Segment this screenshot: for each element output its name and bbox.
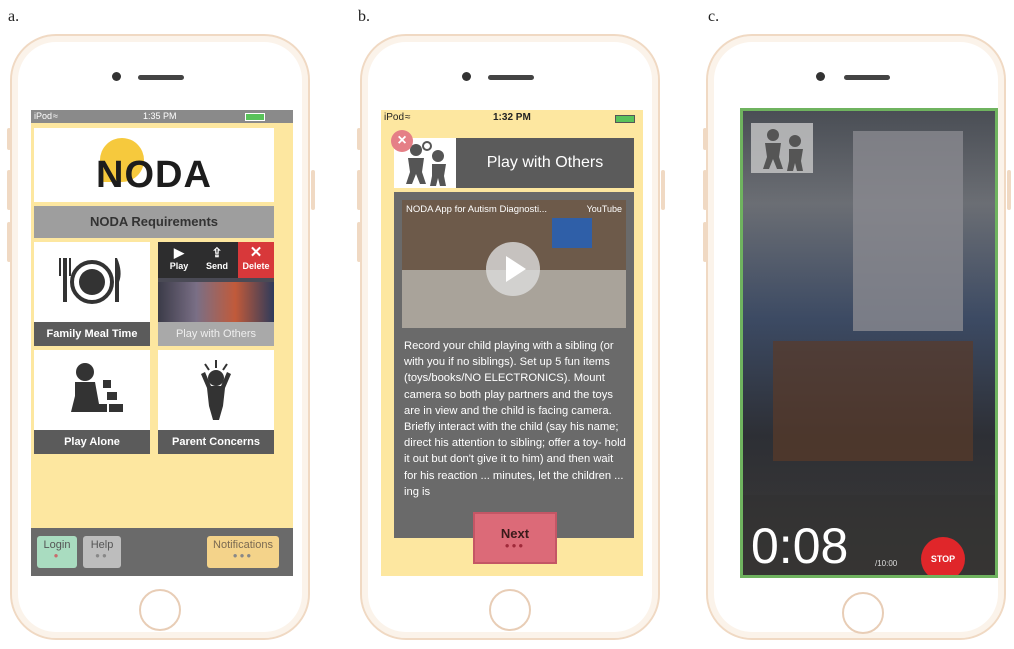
play-icon: ▶ [174,245,184,260]
next-button[interactable]: Next ●●● [473,512,557,564]
tile-label: Family Meal Time [34,322,150,346]
volume-down-button[interactable] [703,222,707,262]
blurred-figure [853,131,963,331]
worried-child-icon [158,360,274,427]
plate-icon [34,252,150,313]
send-label: Send [205,261,228,271]
page-title: Play with Others [486,154,604,171]
close-icon: × [397,132,407,149]
volume-up-button[interactable] [7,170,11,210]
wifi-icon: ≈ [405,112,411,123]
header: Play with Others [394,138,634,188]
delete-action[interactable]: ✕ Delete [238,242,274,278]
mute-switch [703,128,707,150]
tile-label: Parent Concerns [158,430,274,454]
volume-down-button[interactable] [357,222,361,262]
earpiece-speaker [844,75,890,80]
tile-label: Play Alone [34,430,150,454]
dot-indicator: ● [53,551,61,560]
app-logo: NODA [96,154,212,196]
wifi-icon: ≈ [53,111,58,121]
screen-b: iPod ≈ 1:32 PM Play with Others × NODA A… [381,110,643,576]
carrier-label: iPod [34,111,53,121]
timer-total: /10:00 [875,559,898,568]
play-label: Play [169,261,189,271]
tile-play-with-others[interactable]: ▶ Play ⇪ Send ✕ Delete Play with Others [158,242,274,346]
volume-up-button[interactable] [703,170,707,210]
requirements-header[interactable]: NODA Requirements [34,206,274,238]
dot-indicator: ●●● [232,551,254,560]
kids-playing-icon [751,123,813,173]
status-time: 1:32 PM [493,112,531,123]
video-source: YouTube [586,204,622,214]
notifications-label: Notifications [213,539,273,551]
panel-label-c: c. [708,8,720,25]
child-blocks-icon [34,360,150,427]
power-button[interactable] [661,170,665,210]
close-button[interactable]: × [391,130,413,152]
volume-up-button[interactable] [357,170,361,210]
home-button[interactable] [489,589,531,631]
mute-switch [357,128,361,150]
home-button[interactable] [139,589,181,631]
play-icon [506,256,526,282]
status-time: 1:35 PM [143,111,177,121]
earpiece-speaker [138,75,184,80]
play-action[interactable]: ▶ Play [162,245,196,271]
tile-play-alone[interactable]: Play Alone [34,350,150,454]
help-label: Help [90,539,114,551]
instruction-card: NODA App for Autism Diagnosti... YouTube… [394,192,634,538]
status-bar: iPod ≈ 1:35 PM [31,110,293,123]
instructions-text: Record your child playing with a sibling… [404,340,626,498]
video-title: NODA App for Autism Diagnosti... [406,204,547,215]
camera-preview-screen: 0:08 /10:00 STOP [740,108,998,578]
phone-b: iPod ≈ 1:32 PM Play with Others × NODA A… [357,34,665,640]
phone-c: 0:08 /10:00 STOP [703,34,1011,640]
tile-family-meal[interactable]: Family Meal Time [34,242,150,346]
phone-a: iPod ≈ 1:35 PM NODA NODA Requirements Fa… [7,34,315,640]
noda-logo-box: NODA [34,128,274,202]
front-camera [112,72,121,81]
tile-label: Play with Others [158,322,274,346]
help-button[interactable]: Help ●● [83,536,121,568]
notifications-button[interactable]: Notifications ●●● [207,536,279,568]
video-object [552,218,592,248]
delete-label: Delete [242,261,270,271]
recording-timer: 0:08 [751,518,849,574]
send-action[interactable]: ⇪ Send [200,245,234,271]
power-button[interactable] [1007,170,1011,210]
mute-switch [7,128,11,150]
status-bar: iPod ≈ 1:32 PM [381,110,643,126]
battery-icon [245,113,265,121]
video-player[interactable]: NODA App for Autism Diagnosti... YouTube [402,200,626,328]
screen-a: iPod ≈ 1:35 PM NODA NODA Requirements Fa… [31,110,293,576]
carrier-label: iPod [384,112,405,123]
volume-down-button[interactable] [7,222,11,262]
dot-indicator: ●●● [504,541,526,550]
blurred-figure [773,341,973,461]
earpiece-speaker [488,75,534,80]
bottom-toolbar: Login ● Help ●● Notifications ●●● [31,528,293,576]
dot-indicator: ●● [95,551,109,560]
tile-parent-concerns[interactable]: Parent Concerns [158,350,274,454]
power-button[interactable] [311,170,315,210]
close-icon: ✕ [249,244,263,261]
battery-icon [615,115,635,123]
login-label: Login [43,539,71,551]
play-button[interactable] [486,242,540,296]
share-icon: ⇪ [211,245,223,260]
video-thumbnail [158,282,274,322]
front-camera [462,72,471,81]
home-button[interactable] [842,592,884,634]
front-camera [816,72,825,81]
login-button[interactable]: Login ● [37,536,77,568]
next-label: Next [500,526,530,541]
panel-label-b: b. [358,8,370,25]
stop-button[interactable]: STOP [921,537,965,575]
panel-label-a: a. [8,8,20,25]
